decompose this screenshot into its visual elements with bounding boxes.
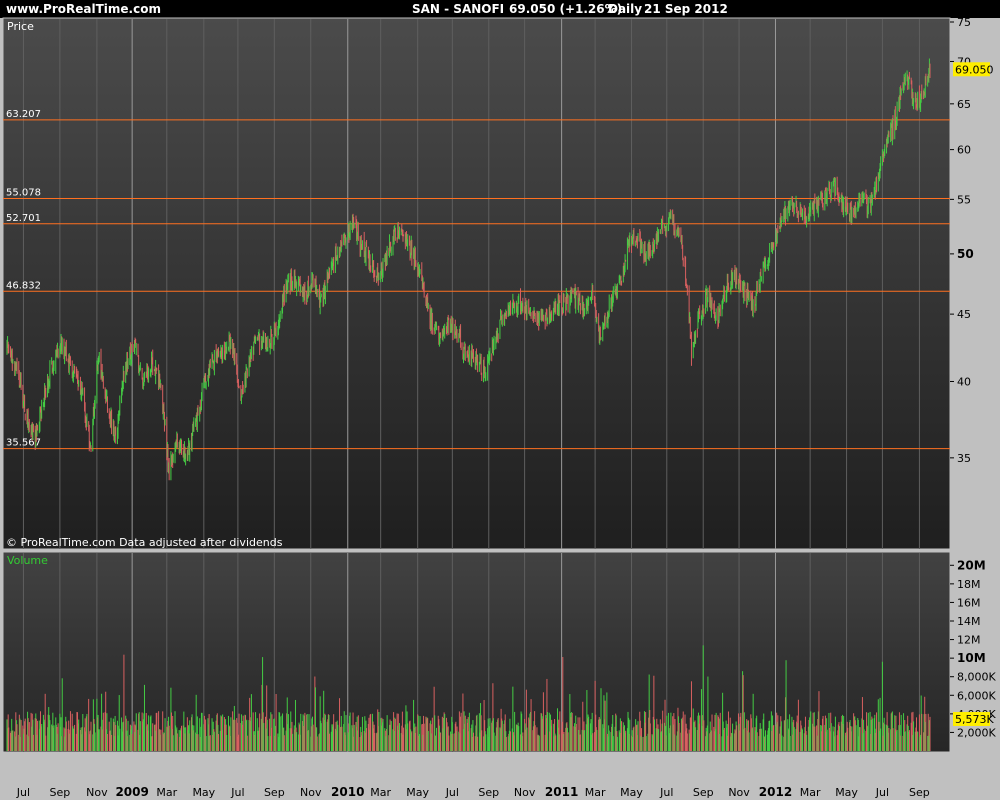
level-label: 52.701: [6, 213, 41, 224]
x-tick-label: Jul: [875, 786, 889, 799]
x-tick-label: Nov: [300, 786, 322, 799]
chart-window: www.ProRealTime.com SAN - SANOFI 69.050 …: [0, 0, 1000, 800]
x-tick-label: Nov: [728, 786, 750, 799]
last-volume-value: 5,573K: [955, 713, 994, 726]
credit-text: © ProRealTime.com Data adjusted after di…: [6, 536, 283, 549]
volume-panel-label: Volume: [7, 554, 48, 567]
x-tick-label: Sep: [264, 786, 285, 799]
x-tick-label: Sep: [50, 786, 71, 799]
x-tick-label: May: [835, 786, 858, 799]
y-tick-label: 45: [957, 308, 971, 321]
price-panel-label: Price: [7, 20, 34, 33]
x-tick-label: Mar: [800, 786, 821, 799]
y-tick-label: 65: [957, 98, 971, 111]
volume-tick-label: 2,000K: [957, 726, 996, 739]
x-tick-label: 2010: [331, 785, 364, 799]
y-tick-label: 35: [957, 452, 971, 465]
x-tick-label: Jul: [445, 786, 459, 799]
last-price-value: 69.050: [955, 63, 994, 76]
header-last: 69.050 (+1.26%): [509, 2, 622, 16]
x-tick-label: Jul: [230, 786, 244, 799]
x-tick-label: 2012: [759, 785, 792, 799]
x-tick-label: Jul: [659, 786, 673, 799]
chart-canvas: www.ProRealTime.com SAN - SANOFI 69.050 …: [0, 0, 1000, 800]
volume-tick-label: 12M: [957, 634, 981, 647]
y-tick-label: 40: [957, 375, 971, 388]
y-tick-label: 50: [957, 247, 974, 261]
x-tick-label: Mar: [156, 786, 177, 799]
price-panel: [2, 17, 951, 550]
x-tick-label: Sep: [478, 786, 499, 799]
x-tick-label: Sep: [909, 786, 930, 799]
volume-tick-label: 10M: [957, 651, 986, 665]
header-site[interactable]: www.ProRealTime.com: [6, 2, 161, 16]
x-tick-label: Nov: [514, 786, 536, 799]
level-label: 63.207: [6, 109, 41, 120]
last-volume-tag: 5,573K: [953, 712, 994, 726]
level-label: 55.078: [6, 188, 41, 199]
x-tick-label: Nov: [86, 786, 108, 799]
header-date: 21 Sep 2012: [644, 2, 728, 16]
level-label: 46.832: [6, 280, 41, 291]
x-tick-label: Mar: [585, 786, 606, 799]
volume-tick-label: 16M: [957, 596, 981, 609]
volume-tick-label: 6,000K: [957, 689, 996, 702]
header-instrument: SAN - SANOFI: [412, 2, 504, 16]
volume-tick-label: 8,000K: [957, 671, 996, 684]
x-tick-label: Sep: [693, 786, 714, 799]
y-tick-label: 60: [957, 144, 971, 157]
volume-tick-label: 20M: [957, 558, 986, 572]
x-tick-label: Mar: [370, 786, 391, 799]
last-price-tag: 69.050: [953, 62, 994, 77]
x-tick-label: 2009: [115, 785, 148, 799]
x-tick-label: May: [620, 786, 643, 799]
y-tick-label: 75: [957, 16, 971, 29]
header-period: Daily: [608, 2, 642, 16]
y-tick-label: 55: [957, 193, 971, 206]
volume-tick-label: 14M: [957, 615, 981, 628]
x-tick-label: May: [192, 786, 215, 799]
x-tick-label: Jul: [16, 786, 30, 799]
volume-tick-label: 18M: [957, 578, 981, 591]
x-tick-label: May: [406, 786, 429, 799]
x-tick-label: 2011: [545, 785, 578, 799]
